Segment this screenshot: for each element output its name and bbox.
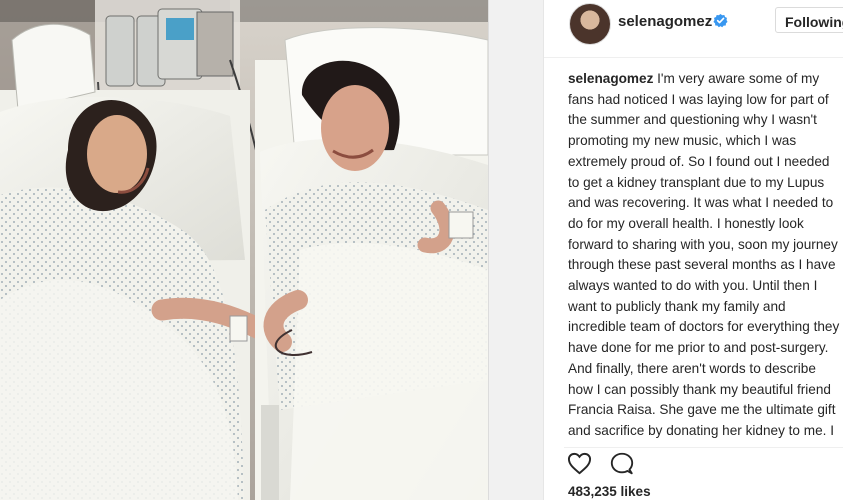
comment-icon[interactable] [609, 451, 635, 476]
username-link[interactable]: selenagomez [618, 13, 712, 30]
post-actions [564, 447, 843, 478]
caption-username-link[interactable]: selenagomez [568, 71, 653, 86]
post-photo[interactable] [0, 0, 488, 500]
caption-text: I'm very aware some of my fans had notic… [568, 71, 840, 438]
media-separator [488, 0, 544, 500]
verified-badge-icon [713, 13, 728, 28]
post-details-panel: selenagomez Following selenagomez I'm ve… [543, 0, 843, 500]
caption-scroll-area[interactable]: selenagomez I'm very aware some of my fa… [568, 69, 842, 439]
following-button[interactable]: Following [775, 7, 843, 33]
post-header: selenagomez Following [544, 0, 843, 58]
avatar[interactable] [569, 3, 611, 45]
hospital-photo-illustration [0, 0, 488, 500]
heart-icon[interactable] [566, 451, 593, 476]
likes-count[interactable]: 483,235 likes [568, 484, 651, 499]
post-caption: selenagomez I'm very aware some of my fa… [568, 69, 842, 439]
